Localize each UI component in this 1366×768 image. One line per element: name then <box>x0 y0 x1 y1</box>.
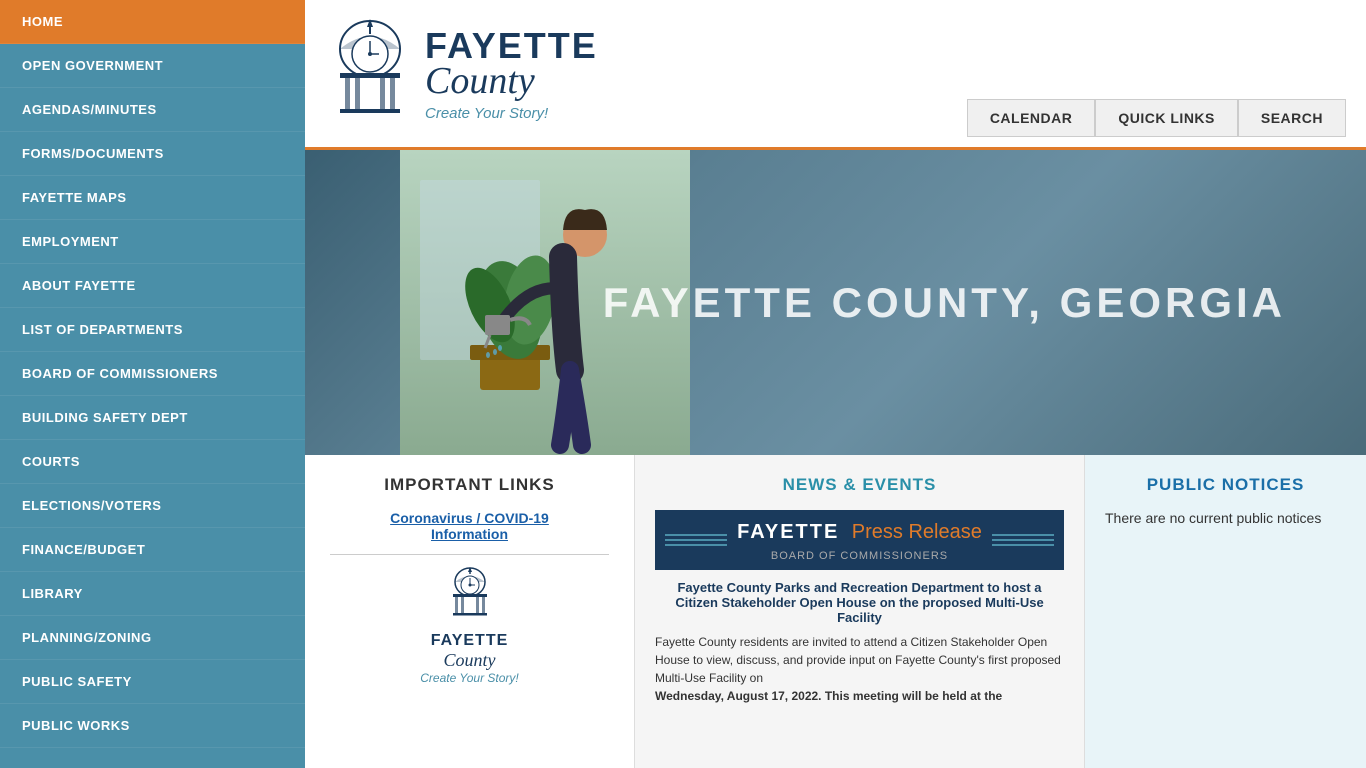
sidebar-item-employment[interactable]: EMPLOYMENT <box>0 220 305 264</box>
logo-county: County <box>425 59 598 103</box>
important-links-panel: IMPORTANT LINKS Coronavirus / COVID-19 I… <box>305 455 635 768</box>
press-lines-left <box>655 534 737 546</box>
public-notices-body: There are no current public notices <box>1105 510 1346 526</box>
sidebar-item-public-safety[interactable]: PUBLIC SAFETY <box>0 660 305 704</box>
press-banner-fayette: FAYETTE <box>737 521 839 543</box>
logo-tagline: Create Your Story! <box>425 105 598 122</box>
public-notices-panel: PUBLIC NOTICES There are no current publ… <box>1085 455 1366 768</box>
news-events-panel: NEWS & EVENTS FAYETTE Press Release B <box>635 455 1085 768</box>
sidebar-item-library[interactable]: LIBRARY <box>0 572 305 616</box>
sidebar-item-home[interactable]: HOME <box>0 0 305 44</box>
sidebar-item-about-fayette[interactable]: ABOUT FAYETTE <box>0 264 305 308</box>
county-logo-tagline-small: Create Your Story! <box>330 671 609 685</box>
press-release-banner: FAYETTE Press Release BOARD OF COMMISSIO… <box>655 510 1064 570</box>
sidebar-item-elections-voters[interactable]: ELECTIONS/VOTERS <box>0 484 305 528</box>
quick-links-button[interactable]: QUICK LINKS <box>1095 99 1238 137</box>
sidebar-item-agendas-minutes[interactable]: AGENDAS/MINUTES <box>0 88 305 132</box>
county-logo-small-icon <box>445 567 495 627</box>
press-line <box>665 544 727 546</box>
county-logo-fayette-small: FAYETTE <box>330 632 609 650</box>
sidebar-item-public-works[interactable]: PUBLIC WORKS <box>0 704 305 748</box>
logo-icon <box>325 19 415 129</box>
site-header: FAYETTE County Create Your Story! CALEND… <box>305 0 1366 150</box>
news-article-body: Fayette County residents are invited to … <box>655 633 1064 705</box>
public-notices-title: PUBLIC NOTICES <box>1105 475 1346 495</box>
calendar-button[interactable]: CALENDAR <box>967 99 1096 137</box>
search-button[interactable]: SEARCH <box>1238 99 1346 137</box>
press-line <box>665 539 727 541</box>
hero-banner: FAYETTE COUNTY, GEORGIA <box>305 150 1366 455</box>
hero-title: FAYETTE COUNTY, GEORGIA <box>603 279 1286 327</box>
press-banner-sub: BOARD OF COMMISSIONERS <box>655 550 1064 562</box>
news-article-title[interactable]: Fayette County Parks and Recreation Depa… <box>655 580 1064 625</box>
covid-link[interactable]: Coronavirus / COVID-19 Information <box>330 510 609 542</box>
press-line <box>992 544 1054 546</box>
sidebar: HOMEOPEN GOVERNMENTAGENDAS/MINUTESFORMS/… <box>0 0 305 768</box>
logo-area: FAYETTE County Create Your Story! <box>325 19 598 129</box>
main-content: FAYETTE County Create Your Story! CALEND… <box>305 0 1366 768</box>
press-line <box>665 534 727 536</box>
content-row: IMPORTANT LINKS Coronavirus / COVID-19 I… <box>305 455 1366 768</box>
logo-text-area: FAYETTE County Create Your Story! <box>425 25 598 122</box>
news-events-title: NEWS & EVENTS <box>655 475 1064 495</box>
sidebar-item-planning-zoning[interactable]: PLANNING/ZONING <box>0 616 305 660</box>
press-banner-release: Press Release <box>852 521 982 543</box>
county-logo-county-small: County <box>330 650 609 671</box>
header-buttons: CALENDAR QUICK LINKS SEARCH <box>967 99 1346 147</box>
sidebar-item-courts[interactable]: COURTS <box>0 440 305 484</box>
divider <box>330 554 609 555</box>
sidebar-item-open-government[interactable]: OPEN GOVERNMENT <box>0 44 305 88</box>
sidebar-item-building-safety-dept[interactable]: BUILDING SAFETY DEPT <box>0 396 305 440</box>
sidebar-item-fayette-maps[interactable]: FAYETTE MAPS <box>0 176 305 220</box>
press-line <box>992 539 1054 541</box>
press-lines-right <box>982 534 1064 546</box>
sidebar-item-finance-budget[interactable]: FINANCE/BUDGET <box>0 528 305 572</box>
important-links-title: IMPORTANT LINKS <box>330 475 609 495</box>
sidebar-item-list-of-departments[interactable]: LIST OF DEPARTMENTS <box>0 308 305 352</box>
county-logo-bottom: FAYETTE County Create Your Story! <box>330 567 609 685</box>
sidebar-item-board-of-commissioners[interactable]: BOARD OF COMMISSIONERS <box>0 352 305 396</box>
press-line <box>992 534 1054 536</box>
sidebar-item-forms-documents[interactable]: FORMS/DOCUMENTS <box>0 132 305 176</box>
